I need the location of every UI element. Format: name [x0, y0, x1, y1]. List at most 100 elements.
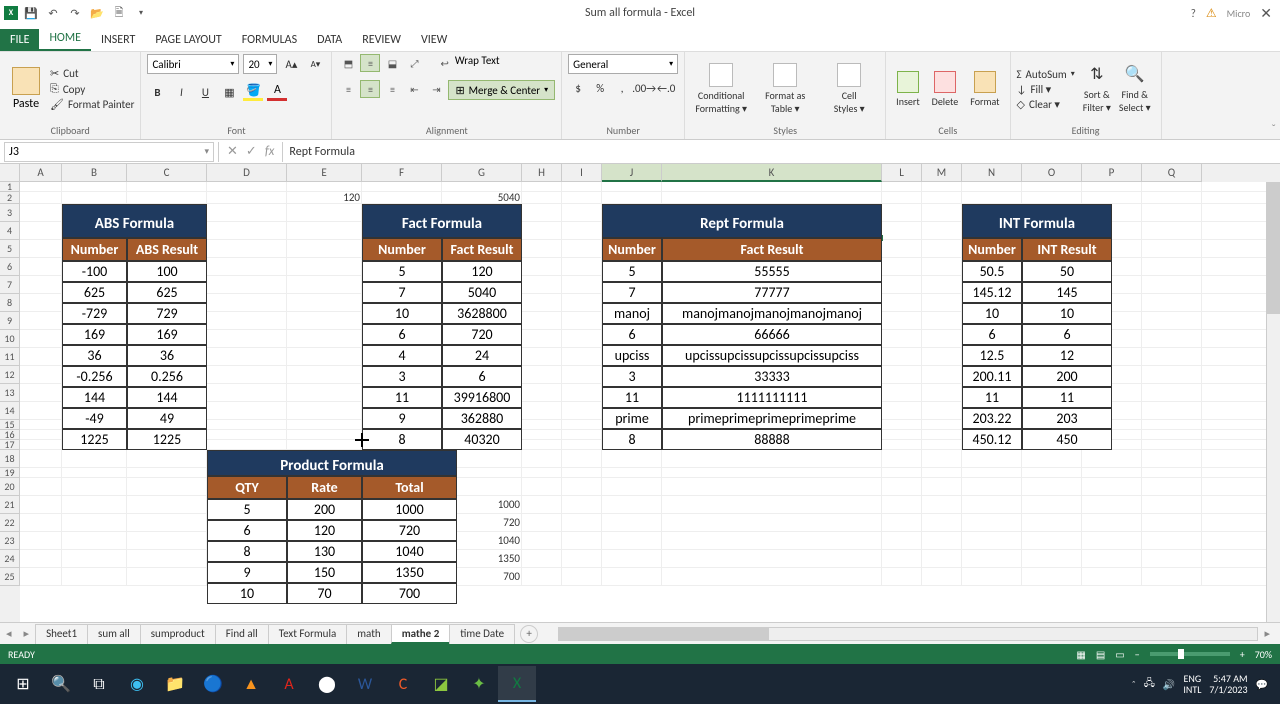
- cancel-icon[interactable]: ✕: [227, 144, 238, 159]
- cell-e2[interactable]: 120: [287, 192, 362, 204]
- row-header-9[interactable]: 9: [0, 312, 20, 330]
- font-color-button[interactable]: A: [267, 83, 287, 101]
- format-as-table-button[interactable]: Format asTable ▾: [755, 63, 815, 115]
- view-normal-icon[interactable]: ▦: [1076, 648, 1085, 661]
- tab-formulas[interactable]: FORMULAS: [232, 29, 307, 51]
- cell-styles-button[interactable]: CellStyles ▾: [819, 63, 879, 115]
- align-middle-button[interactable]: ≡: [360, 54, 380, 72]
- cell-g2[interactable]: 5040: [442, 192, 522, 204]
- qat-more-icon[interactable]: ▾: [132, 4, 150, 22]
- col-header-q[interactable]: Q: [1142, 164, 1202, 182]
- tab-view[interactable]: VIEW: [411, 29, 457, 51]
- app-icon[interactable]: ◪: [422, 666, 460, 702]
- taskview-icon[interactable]: ⧉: [80, 666, 118, 702]
- view-pagebreak-icon[interactable]: ▭: [1115, 648, 1124, 661]
- row-header-3[interactable]: 3: [0, 204, 20, 222]
- zoom-out-icon[interactable]: −: [1135, 648, 1140, 661]
- sheet-tab-sheet1[interactable]: Sheet1: [35, 624, 88, 644]
- merge-center-button[interactable]: ⊞Merge & Center▾: [448, 80, 555, 100]
- format-button[interactable]: Format: [966, 71, 1003, 108]
- zoom-slider[interactable]: [1150, 652, 1230, 656]
- row-header-5[interactable]: 5: [0, 240, 20, 258]
- sheet-tab-text-formula[interactable]: Text Formula: [268, 624, 348, 644]
- grow-font-button[interactable]: A▴: [281, 54, 301, 74]
- border-button[interactable]: ▦: [219, 82, 239, 102]
- number-format-dropdown[interactable]: General▾: [568, 54, 678, 74]
- undo-icon[interactable]: ↶: [44, 4, 62, 22]
- insert-button[interactable]: Insert: [892, 71, 924, 108]
- sort-filter-button[interactable]: ⇅Sort &Filter ▾: [1079, 64, 1115, 114]
- col-header-b[interactable]: B: [62, 164, 127, 182]
- vertical-scrollbar[interactable]: [1266, 182, 1280, 622]
- row-header-4[interactable]: 4: [0, 222, 20, 240]
- enter-icon[interactable]: ✓: [246, 144, 257, 159]
- word-icon[interactable]: W: [346, 666, 384, 702]
- align-top-button[interactable]: ⬒: [338, 54, 358, 72]
- new-icon[interactable]: 🗎: [110, 4, 128, 22]
- sheet-tab-find-all[interactable]: Find all: [215, 624, 269, 644]
- row-header-20[interactable]: 20: [0, 478, 20, 496]
- new-sheet-button[interactable]: +: [520, 625, 538, 643]
- excel-taskbar-icon[interactable]: X: [498, 666, 536, 702]
- chrome-icon[interactable]: 🔵: [194, 666, 232, 702]
- col-header-j[interactable]: J: [602, 164, 662, 182]
- find-select-button[interactable]: 🔍Find &Select ▾: [1115, 64, 1155, 114]
- wrap-text-button[interactable]: ↩: [436, 54, 452, 72]
- font-size-dropdown[interactable]: 20▾: [243, 54, 277, 74]
- col-header-d[interactable]: D: [207, 164, 287, 182]
- tab-data[interactable]: DATA: [307, 29, 352, 51]
- italic-button[interactable]: I: [171, 82, 191, 102]
- tab-file[interactable]: FILE: [0, 29, 39, 51]
- sheet-nav-right-icon[interactable]: ▸: [1258, 627, 1280, 640]
- formula-input[interactable]: Rept Formula: [283, 145, 1280, 159]
- col-header-i[interactable]: I: [562, 164, 602, 182]
- sheet-tab-mathe-2[interactable]: mathe 2: [391, 624, 451, 644]
- align-bottom-button[interactable]: ⬓: [382, 54, 402, 72]
- tray-notification-icon[interactable]: 💬: [1256, 678, 1268, 691]
- row-header-10[interactable]: 10: [0, 330, 20, 348]
- fx-icon[interactable]: fx: [265, 144, 275, 159]
- tray-network-icon[interactable]: 🖧: [1144, 676, 1155, 693]
- start-button[interactable]: ⊞: [4, 666, 42, 702]
- sheet-nav-prev-icon[interactable]: ▸: [18, 627, 36, 640]
- collapse-ribbon-icon[interactable]: ˇ: [1271, 123, 1276, 137]
- tab-page-layout[interactable]: PAGE LAYOUT: [145, 29, 231, 51]
- col-header-a[interactable]: A: [20, 164, 62, 182]
- comma-button[interactable]: ,: [612, 78, 632, 98]
- font-name-dropdown[interactable]: Calibri▾: [147, 54, 239, 74]
- vlc-icon[interactable]: ▲: [232, 666, 270, 702]
- col-header-o[interactable]: O: [1022, 164, 1082, 182]
- col-header-f[interactable]: F: [362, 164, 442, 182]
- close-icon[interactable]: ✕: [1260, 5, 1272, 22]
- align-right-button[interactable]: ≡: [382, 80, 402, 98]
- row-header-23[interactable]: 23: [0, 532, 20, 550]
- row-header-13[interactable]: 13: [0, 384, 20, 402]
- align-center-button[interactable]: ≡: [360, 80, 380, 98]
- sheet-tab-sumproduct[interactable]: sumproduct: [140, 624, 216, 644]
- tab-home[interactable]: HOME: [39, 27, 91, 51]
- row-header-7[interactable]: 7: [0, 276, 20, 294]
- account-name[interactable]: Micro: [1227, 7, 1251, 20]
- horizontal-scrollbar[interactable]: [558, 627, 1258, 641]
- clear-button[interactable]: ◇Clear ▾: [1017, 98, 1075, 111]
- tray-chevron-icon[interactable]: ˆ: [1132, 678, 1136, 691]
- format-painter-button[interactable]: 🖌Format Painter: [50, 98, 134, 111]
- help-icon[interactable]: ?: [1191, 7, 1196, 20]
- col-header-l[interactable]: L: [882, 164, 922, 182]
- worksheet-grid[interactable]: 120 5040 1000 720 1040 1350 700 ABS Form…: [20, 182, 1280, 622]
- orientation-button[interactable]: ⤢: [404, 54, 424, 72]
- row-header-8[interactable]: 8: [0, 294, 20, 312]
- col-header-e[interactable]: E: [287, 164, 362, 182]
- view-pagelayout-icon[interactable]: ▤: [1096, 648, 1105, 661]
- zoom-level[interactable]: 70%: [1255, 648, 1272, 661]
- cut-button[interactable]: ✂Cut: [50, 67, 134, 80]
- row-header-22[interactable]: 22: [0, 514, 20, 532]
- col-header-m[interactable]: M: [922, 164, 962, 182]
- accounting-button[interactable]: $: [568, 78, 588, 98]
- row-header-19[interactable]: 19: [0, 468, 20, 478]
- col-header-h[interactable]: H: [522, 164, 562, 182]
- autosum-button[interactable]: ΣAutoSum▾: [1017, 68, 1075, 81]
- row-header-12[interactable]: 12: [0, 366, 20, 384]
- row-header-25[interactable]: 25: [0, 568, 20, 586]
- sheet-tab-sum-all[interactable]: sum all: [87, 624, 141, 644]
